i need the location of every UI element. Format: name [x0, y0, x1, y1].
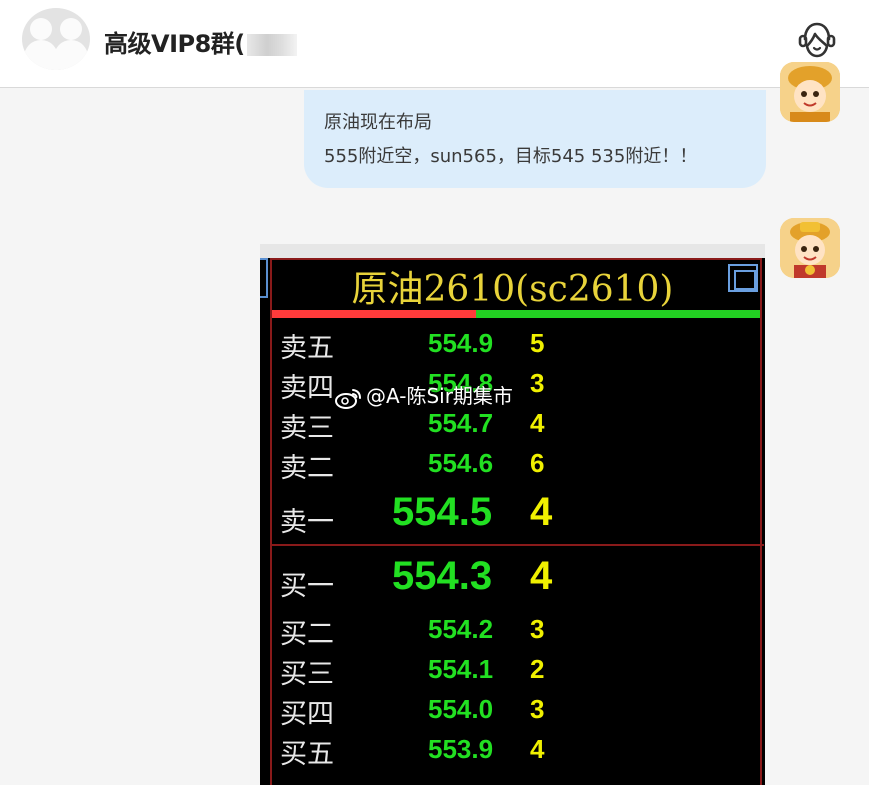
ask-price: 554.6	[428, 448, 494, 478]
avatar-silhouette	[54, 40, 88, 70]
bid-label: 买三	[280, 659, 334, 690]
avatar-silhouette	[60, 18, 82, 40]
group-avatar[interactable]	[22, 8, 90, 70]
ask-qty: 4	[530, 490, 553, 534]
weibo-watermark: @A-陈Sir期集市	[334, 380, 513, 409]
bid-label: 买四	[280, 699, 334, 730]
ask-qty: 6	[530, 448, 545, 478]
chat-header: 高级VIP8群(	[0, 0, 869, 88]
message-line: 555附近空，sun565，目标545 535附近！！	[324, 146, 698, 167]
group-title-text: 高级VIP8群(	[104, 30, 245, 58]
bid-qty: 3	[530, 694, 545, 724]
ask-price: 554.7	[428, 408, 494, 438]
blurred-group-id	[246, 34, 297, 56]
bid-qty: 2	[530, 654, 545, 684]
quote-frame	[270, 258, 762, 785]
bid-price: 554.1	[428, 654, 494, 684]
buy-pressure-bar	[476, 310, 760, 318]
ask-qty: 5	[530, 328, 545, 358]
customer-service-icon[interactable]	[796, 18, 838, 60]
sender-avatar[interactable]	[780, 218, 840, 278]
bid-qty: 3	[530, 614, 545, 644]
cartoon-avatar-icon	[780, 62, 840, 122]
ask-label: 卖四	[280, 373, 334, 404]
bid-ask-divider	[270, 544, 764, 546]
sell-pressure-bar	[272, 310, 476, 318]
image-top-strip	[260, 244, 765, 258]
ask-price: 554.5	[392, 490, 493, 534]
bid-qty: 4	[530, 554, 553, 598]
bid-qty: 4	[530, 734, 545, 764]
ask-label: 卖五	[280, 333, 334, 364]
bid-label: 买五	[280, 739, 334, 770]
sender-avatar[interactable]	[780, 62, 840, 122]
bid-label: 买一	[280, 571, 334, 602]
bid-price: 553.9	[428, 734, 494, 764]
image-message-quote[interactable]: 原油2610(sc2610) 卖五 554.9 5 卖四 554.8 3 卖三 …	[260, 244, 765, 785]
ask-label: 卖三	[280, 413, 334, 444]
ask-label: 卖二	[280, 453, 334, 484]
bid-price: 554.2	[428, 614, 494, 644]
cartoon-avatar-icon	[780, 218, 840, 278]
ask-qty: 4	[530, 408, 545, 438]
ask-qty: 3	[530, 368, 545, 398]
group-title: 高级VIP8群(	[104, 24, 297, 59]
bid-price: 554.3	[392, 554, 493, 598]
ask-price: 554.9	[428, 328, 494, 358]
quote-title: 原油2610(sc2610)	[351, 269, 674, 310]
avatar-silhouette	[24, 40, 58, 70]
window-restore-icon	[728, 264, 758, 292]
avatar-silhouette	[30, 18, 52, 40]
bid-label: 买二	[280, 619, 334, 650]
bid-price: 554.0	[428, 694, 494, 724]
ask-label: 卖一	[280, 507, 334, 538]
weibo-logo-icon	[335, 388, 361, 409]
watermark-text: @A-陈Sir期集市	[366, 384, 513, 408]
text-message-bubble[interactable]: 原油现在布局 555附近空，sun565，目标545 535附近！！	[304, 90, 766, 188]
message-line: 原油现在布局	[324, 112, 432, 133]
